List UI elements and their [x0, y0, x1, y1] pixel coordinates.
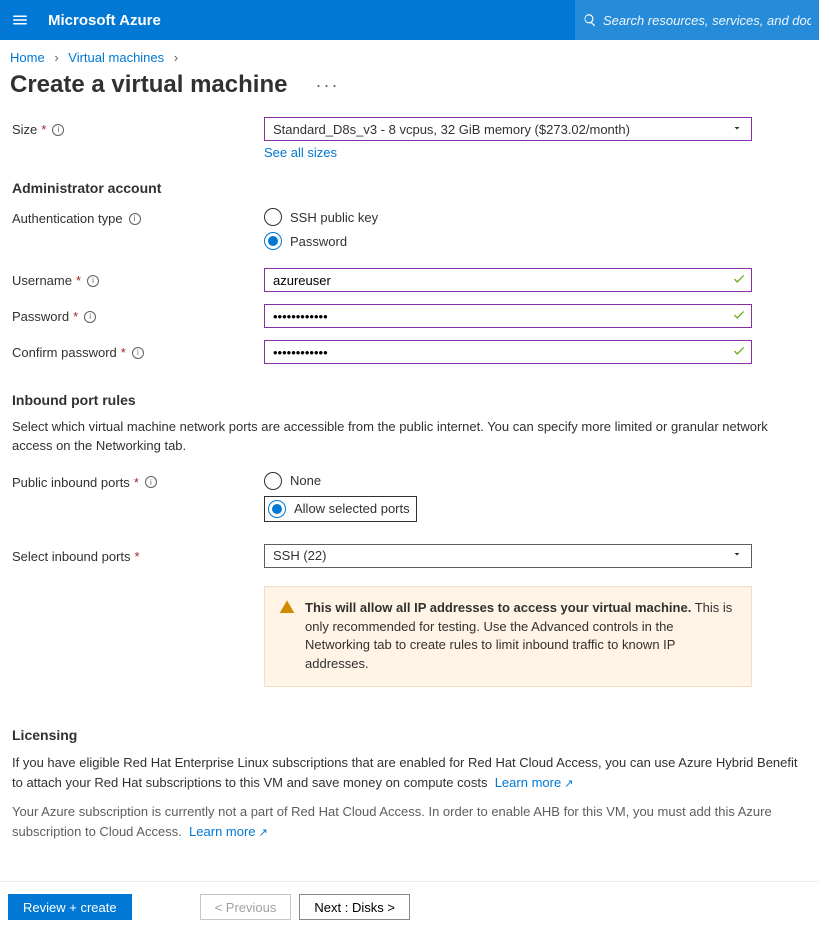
inbound-allow-label: Allow selected ports — [294, 501, 410, 516]
breadcrumb-home[interactable]: Home — [10, 50, 45, 65]
licensing-learn-more-link-2[interactable]: Learn more — [189, 824, 268, 839]
confirm-password-label: Confirm password — [12, 345, 117, 360]
chevron-down-icon — [731, 548, 743, 563]
info-icon[interactable]: i — [145, 476, 157, 488]
global-search[interactable] — [575, 0, 819, 40]
check-icon — [732, 272, 746, 289]
breadcrumb: Home › Virtual machines › — [0, 40, 819, 69]
inbound-allow-radio[interactable]: Allow selected ports — [264, 496, 417, 522]
chevron-right-icon: › — [168, 50, 184, 65]
auth-ssh-radio[interactable]: SSH public key — [264, 208, 752, 226]
inbound-description: Select which virtual machine network por… — [12, 418, 807, 456]
warning-icon — [279, 599, 295, 674]
licensing-heading: Licensing — [12, 727, 807, 743]
select-inbound-label: Select inbound ports — [12, 549, 131, 564]
radio-icon — [268, 500, 286, 518]
see-all-sizes-link[interactable]: See all sizes — [264, 145, 337, 160]
required-indicator: * — [73, 309, 78, 324]
footer-bar: Review + create < Previous Next : Disks … — [0, 881, 819, 932]
hamburger-menu-button[interactable] — [0, 0, 40, 40]
info-icon[interactable]: i — [84, 311, 96, 323]
username-label: Username — [12, 273, 72, 288]
previous-button: < Previous — [200, 894, 292, 920]
info-icon[interactable]: i — [87, 275, 99, 287]
licensing-learn-more-link[interactable]: Learn more — [495, 775, 574, 790]
required-indicator: * — [134, 475, 139, 490]
next-button[interactable]: Next : Disks > — [299, 894, 410, 920]
radio-icon — [264, 208, 282, 226]
password-input[interactable] — [264, 304, 752, 328]
inbound-ports-select[interactable]: SSH (22) — [264, 544, 752, 568]
username-input[interactable] — [264, 268, 752, 292]
auth-password-label: Password — [290, 234, 347, 249]
inbound-warning: This will allow all IP addresses to acce… — [264, 586, 752, 687]
brand-label: Microsoft Azure — [40, 12, 161, 29]
more-actions-button[interactable]: ··· — [315, 75, 339, 96]
chevron-right-icon: › — [48, 50, 64, 65]
search-input[interactable] — [603, 13, 811, 28]
size-row: Size * i Standard_D8s_v3 - 8 vcpus, 32 G… — [12, 117, 807, 160]
password-label: Password — [12, 309, 69, 324]
top-bar: Microsoft Azure — [0, 0, 819, 40]
page-title-row: Create a virtual machine ··· — [0, 69, 819, 117]
size-label: Size — [12, 122, 37, 137]
warning-bold-text: This will allow all IP addresses to acce… — [305, 600, 691, 615]
confirm-password-input[interactable] — [264, 340, 752, 364]
password-row: Password * i — [12, 304, 807, 328]
chevron-down-icon — [731, 122, 743, 137]
auth-ssh-label: SSH public key — [290, 210, 378, 225]
inbound-ports-value: SSH (22) — [273, 548, 326, 563]
inbound-heading: Inbound port rules — [12, 392, 807, 408]
breadcrumb-virtual-machines[interactable]: Virtual machines — [68, 50, 164, 65]
select-inbound-row: Select inbound ports * SSH (22) This wil… — [12, 544, 807, 687]
public-inbound-label: Public inbound ports — [12, 475, 130, 490]
required-indicator: * — [76, 273, 81, 288]
auth-password-radio[interactable]: Password — [264, 232, 752, 250]
check-icon — [732, 308, 746, 325]
hamburger-icon — [11, 11, 29, 29]
radio-icon — [264, 232, 282, 250]
info-icon[interactable]: i — [129, 213, 141, 225]
public-inbound-row: Public inbound ports * i None Allow sele… — [12, 470, 807, 522]
search-icon — [583, 13, 597, 27]
required-indicator: * — [121, 345, 126, 360]
inbound-none-label: None — [290, 473, 321, 488]
check-icon — [732, 344, 746, 361]
size-select[interactable]: Standard_D8s_v3 - 8 vcpus, 32 GiB memory… — [264, 117, 752, 141]
info-icon[interactable]: i — [52, 124, 64, 136]
username-row: Username * i — [12, 268, 807, 292]
administrator-heading: Administrator account — [12, 180, 807, 196]
size-value: Standard_D8s_v3 - 8 vcpus, 32 GiB memory… — [273, 122, 630, 137]
radio-icon — [264, 472, 282, 490]
auth-type-row: Authentication type i SSH public key Pas… — [12, 206, 807, 250]
licensing-muted-note: Your Azure subscription is currently not… — [12, 802, 807, 841]
confirm-password-row: Confirm password * i — [12, 340, 807, 364]
auth-type-label: Authentication type — [12, 211, 123, 226]
required-indicator: * — [135, 549, 140, 564]
page-title: Create a virtual machine — [10, 71, 287, 99]
review-create-button[interactable]: Review + create — [8, 894, 132, 920]
required-indicator: * — [41, 122, 46, 137]
inbound-none-radio[interactable]: None — [264, 472, 752, 490]
info-icon[interactable]: i — [132, 347, 144, 359]
licensing-description: If you have eligible Red Hat Enterprise … — [12, 753, 807, 792]
form-area: Size * i Standard_D8s_v3 - 8 vcpus, 32 G… — [0, 117, 819, 881]
